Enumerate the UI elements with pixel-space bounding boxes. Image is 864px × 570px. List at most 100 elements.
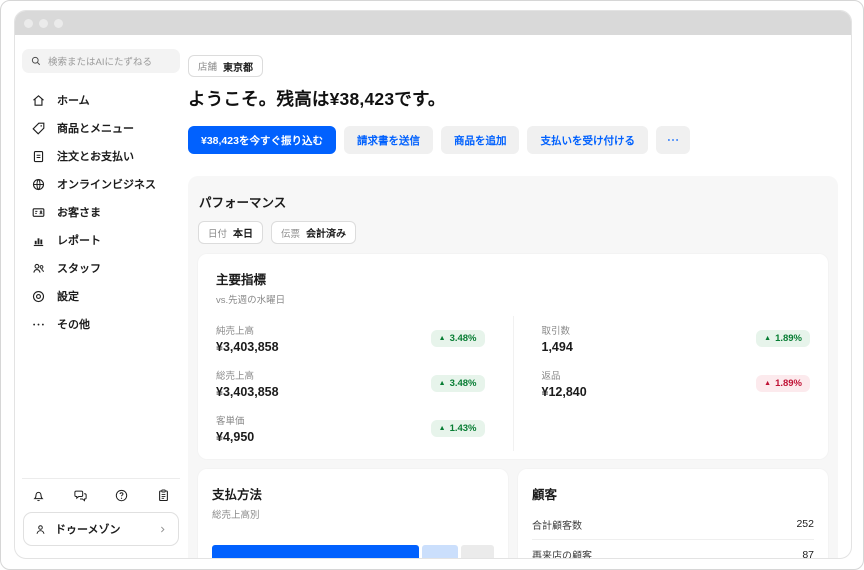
chevron-right-icon <box>160 526 165 532</box>
tag-icon <box>32 122 45 134</box>
sidebar-item-globe[interactable]: オンラインビジネス <box>15 170 187 198</box>
change-value: 3.48% <box>449 378 477 389</box>
main-content: 店舗 東京都 ようこそ。残高は¥38,423です。 ¥38,423を今すぐ振り込… <box>187 35 851 558</box>
metrics-grid: 純売上高 ¥3,403,858 ▲ 3.48% 総売上高 ¥3,403,858 … <box>216 316 810 451</box>
metrics-column-left: 純売上高 ¥3,403,858 ▲ 3.48% 総売上高 ¥3,403,858 … <box>216 316 513 451</box>
sidebar-footer-icons <box>15 479 187 510</box>
filter-chip-slips[interactable]: 伝票 会計済み <box>271 221 357 244</box>
customer-row-total-customers: 合計顧客数 252 <box>532 509 814 539</box>
up-triangle-icon: ▲ <box>438 425 446 432</box>
more-actions-button[interactable] <box>655 126 690 154</box>
sidebar-item-label: 商品とメニュー <box>57 123 134 135</box>
sidebar-item-receipt[interactable]: 注文とお支払い <box>15 142 187 170</box>
sidebar-item-label: スタッフ <box>57 263 101 275</box>
change-badge: ▲ 1.89% <box>756 375 810 392</box>
chart-icon <box>33 237 44 246</box>
metric-value: ¥3,403,858 <box>216 385 279 399</box>
search-icon <box>31 56 41 66</box>
key-metrics-subtitle: vs.先週の水曜日 <box>216 295 286 306</box>
sidebar-item-label: 注文とお支払い <box>57 151 134 163</box>
location-value: 東京都 <box>223 62 254 74</box>
metric-label: 取引数 <box>541 326 571 337</box>
action-button-add-item[interactable]: 商品を追加 <box>440 126 520 154</box>
footer-button-chat[interactable] <box>73 488 88 503</box>
metric-label: 総売上高 <box>216 371 255 382</box>
change-badge: ▲ 3.48% <box>430 330 485 347</box>
metric-label: 返品 <box>541 371 561 382</box>
secondary-actions: 請求書を送信 商品を追加 支払いを受け付ける <box>343 126 648 154</box>
filter-chip-date[interactable]: 日付 本日 <box>198 221 264 244</box>
sidebar-item-label: ホーム <box>57 95 90 107</box>
person-icon <box>36 524 45 534</box>
bar-segment-secondary: 13% <box>422 545 458 558</box>
bar-segment-other: 12% <box>460 545 494 558</box>
filter-value: 会計済み <box>306 229 347 240</box>
payment-methods-card: 支払方法 総売上高別 75% <box>198 469 508 558</box>
customer-row-returning-customers: 再来店の顧客 87 <box>532 539 814 558</box>
transfer-balance-button[interactable]: ¥38,423を今すぐ振り込む <box>188 126 336 154</box>
sidebar-item-label: オンラインビジネス <box>57 179 156 191</box>
payment-methods-title: 支払方法 <box>212 488 263 502</box>
up-triangle-icon: ▲ <box>438 335 446 342</box>
sidebar-item-label: お客さま <box>57 207 101 219</box>
payment-methods-bar: 75% 13% <box>212 545 494 558</box>
metric-avg-spend: 客単価 ¥4,950 ▲ 1.43% <box>216 406 485 451</box>
account-switcher-button[interactable]: ドゥーメゾン <box>23 512 179 546</box>
window-dot-icon[interactable] <box>39 18 48 28</box>
up-triangle-icon: ▲ <box>764 380 772 387</box>
change-badge: ▲ 3.48% <box>430 375 485 392</box>
location-label: 店舗 <box>198 62 218 73</box>
sidebar-item-more[interactable]: その他 <box>15 310 187 338</box>
sidebar-item-settings[interactable]: 設定 <box>15 282 187 310</box>
quick-actions: ¥38,423を今すぐ振り込む 請求書を送信 商品を追加 支払いを受け付ける <box>188 126 838 154</box>
window-dot-icon[interactable] <box>24 18 33 28</box>
sidebar-item-label: レポート <box>57 235 101 247</box>
performance-filters: 日付 本日 伝票 会計済み <box>198 221 828 244</box>
metric-gross-sales: 総売上高 ¥3,403,858 ▲ 3.48% <box>216 361 485 406</box>
sidebar-nav: ホーム 商品とメニュー 注文とお支払い オンラインビジネス お客さま レポート … <box>15 86 187 338</box>
search-input[interactable]: 検索またはAIにたずねる <box>22 49 180 73</box>
change-value: 1.89% <box>775 378 802 389</box>
ellipsis-icon <box>668 139 678 141</box>
action-button-accept-payment[interactable]: 支払いを受け付ける <box>527 126 648 154</box>
sidebar-item-chart[interactable]: レポート <box>15 226 187 254</box>
help-icon <box>116 489 128 502</box>
page-title: ようこそ。残高は¥38,423です。 <box>188 89 446 109</box>
window-titlebar <box>15 11 851 35</box>
filter-value: 本日 <box>233 229 254 240</box>
receipt-icon <box>33 150 44 162</box>
customers-title: 顧客 <box>532 488 558 502</box>
screenshot-frame: 検索またはAIにたずねる ホーム 商品とメニュー 注文とお支払い オンラインビジ… <box>0 0 864 570</box>
performance-title: パフォーマンス <box>199 196 287 210</box>
sidebar-item-label: その他 <box>57 319 90 331</box>
more-icon <box>33 323 44 325</box>
footer-button-help[interactable] <box>114 488 129 503</box>
sidebar-item-tag[interactable]: 商品とメニュー <box>15 114 187 142</box>
sidebar-item-idcard[interactable]: お客さま <box>15 198 187 226</box>
sidebar-item-people[interactable]: スタッフ <box>15 254 187 282</box>
account-name: ドゥーメゾン <box>55 524 121 536</box>
footer-button-bell[interactable] <box>31 488 46 503</box>
bar-segment-fill <box>212 545 419 558</box>
metrics-column-right: 取引数 1,494 ▲ 1.89% 返品 ¥12,840 ▲ 1.89% <box>512 316 810 451</box>
footer-button-clipboard[interactable] <box>156 488 171 503</box>
sidebar-item-label: 設定 <box>57 291 79 303</box>
filter-label: 伝票 <box>281 228 301 240</box>
key-metrics-title: 主要指標 <box>216 273 267 287</box>
bar-segment-primary: 75% <box>212 545 419 558</box>
customer-row-label: 合計顧客数 <box>532 520 582 532</box>
sidebar-item-home[interactable]: ホーム <box>15 86 187 114</box>
performance-panel: パフォーマンス 日付 本日 伝票 会計済み 主要指標 vs.先週の水曜日 純売上… <box>188 176 838 558</box>
up-triangle-icon: ▲ <box>764 335 772 342</box>
change-value: 1.43% <box>449 423 477 434</box>
change-badge: ▲ 1.89% <box>756 330 810 347</box>
window-dot-icon[interactable] <box>54 18 63 28</box>
search-placeholder: 検索またはAIにたずねる <box>48 57 152 68</box>
clipboard-icon <box>159 489 168 502</box>
action-button-send-invoice[interactable]: 請求書を送信 <box>343 126 433 154</box>
metric-net-sales: 純売上高 ¥3,403,858 ▲ 3.48% <box>216 316 485 361</box>
customers-rows: 合計顧客数 252 再来店の顧客 87 <box>532 509 814 558</box>
customers-card: 顧客 合計顧客数 252 再来店の顧客 87 <box>518 469 828 558</box>
people-icon <box>33 263 44 273</box>
location-selector[interactable]: 店舗 東京都 <box>188 55 264 77</box>
